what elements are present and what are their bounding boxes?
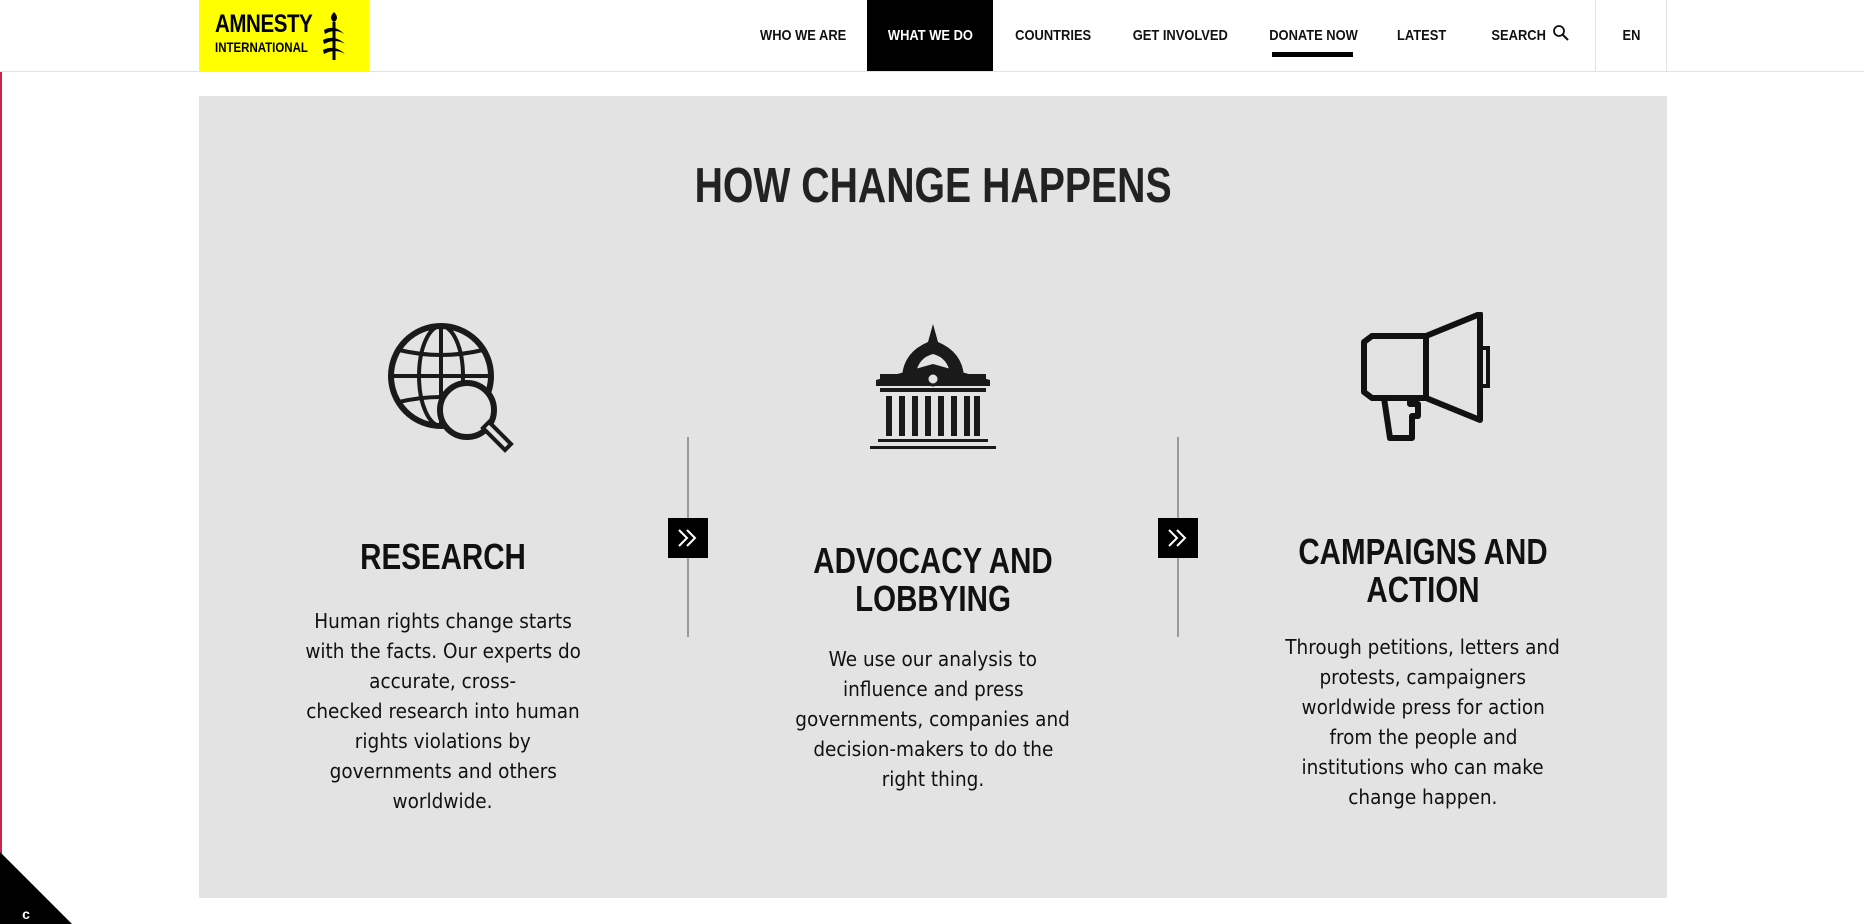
language-label: EN — [1622, 27, 1640, 44]
advocacy-body-line: right thing. — [881, 767, 985, 791]
nav-get-involved[interactable]: GET INVOLVED — [1124, 0, 1236, 71]
campaigns-heading-line: CAMPAIGNS AND — [1298, 531, 1548, 572]
research-heading-text: RESEARCH — [360, 536, 526, 577]
campaigns-body-line: worldwide press for action — [1301, 695, 1545, 719]
campaigns-body-line: institutions who can make — [1301, 755, 1545, 779]
advocacy-body: We use our analysis to influence and pre… — [773, 644, 1093, 794]
research-body: Human rights change starts with the fact… — [283, 606, 603, 816]
advocacy-body-line: decision-makers to do the — [813, 737, 1053, 761]
amnesty-logo[interactable]: AMNESTY INTERNATIONAL — [199, 0, 369, 71]
search-icon[interactable] — [1552, 24, 1570, 42]
cookie-settings-icon[interactable]: c — [15, 904, 37, 924]
site-header: AMNESTY INTERNATIONAL WHO WE ARE WHAT WE… — [0, 0, 1864, 72]
research-body-line: governments and others — [329, 759, 557, 783]
research-body-line: accurate, cross- — [369, 669, 517, 693]
double-chevron-right-icon — [1168, 529, 1187, 547]
nav-countries[interactable]: COUNTRIES — [1003, 0, 1103, 71]
advocacy-body-line: influence and press — [842, 677, 1024, 701]
advocacy-heading-line: LOBBYING — [855, 578, 1011, 619]
research-heading: RESEARCH — [283, 538, 603, 576]
page-left-edge — [0, 0, 2, 924]
nav-label: GET INVOLVED — [1132, 27, 1228, 44]
language-selector[interactable]: EN — [1596, 0, 1666, 71]
nav-divider — [1666, 0, 1667, 71]
nav-label: COUNTRIES — [1015, 27, 1091, 44]
research-body-line: with the facts. Our experts do — [305, 639, 581, 663]
campaigns-heading: CAMPAIGNS AND ACTION — [1263, 533, 1583, 609]
next-step-arrow[interactable] — [668, 518, 708, 558]
research-body-line: rights violations by — [354, 729, 532, 753]
campaigns-body-line: change happen. — [1348, 785, 1498, 809]
nav-label: DONATE NOW — [1269, 27, 1358, 44]
double-chevron-right-icon — [678, 529, 697, 547]
government-building-icon — [870, 324, 996, 449]
nav-label: SEARCH — [1491, 27, 1547, 44]
advocacy-body-line: governments, companies and — [795, 707, 1071, 731]
next-step-arrow[interactable] — [1158, 518, 1198, 558]
nav-label: WHO WE ARE — [759, 27, 847, 44]
how-change-happens-panel: HOW CHANGE HAPPENS RESEARCH Human rights… — [199, 96, 1667, 898]
advocacy-body-line: We use our analysis to — [828, 647, 1038, 671]
nav-who-we-are[interactable]: WHO WE ARE — [740, 0, 866, 71]
nav-latest[interactable]: LATEST — [1390, 0, 1454, 71]
campaigns-body-line: protests, campaigners — [1319, 665, 1527, 689]
research-body-line: checked research into human — [306, 699, 580, 723]
section-title: HOW CHANGE HAPPENS — [199, 158, 1667, 214]
logo-line2: INTERNATIONAL — [215, 39, 308, 55]
advocacy-heading: ADVOCACY AND LOBBYING — [773, 542, 1093, 618]
advocacy-heading-line: ADVOCACY AND — [813, 540, 1053, 581]
donate-underline — [1272, 52, 1353, 57]
campaigns-heading-line: ACTION — [1366, 569, 1480, 610]
megaphone-icon — [1361, 312, 1490, 441]
logo-line1: AMNESTY — [215, 10, 313, 38]
research-body-line: Human rights change starts — [314, 609, 572, 633]
logo-text: AMNESTY INTERNATIONAL — [215, 10, 334, 55]
section-title-text: HOW CHANGE HAPPENS — [694, 159, 1172, 213]
research-body-line: worldwide. — [393, 789, 493, 813]
globe-search-icon — [388, 323, 514, 453]
nav-label: WHAT WE DO — [887, 27, 973, 44]
campaigns-body-line: Through petitions, letters and — [1285, 635, 1561, 659]
campaigns-body-line: from the people and — [1328, 725, 1518, 749]
campaigns-body: Through petitions, letters and protests,… — [1263, 632, 1583, 812]
nav-label: LATEST — [1397, 27, 1447, 44]
candle-icon — [323, 12, 345, 60]
nav-search[interactable]: SEARCH — [1484, 0, 1554, 71]
nav-donate-now[interactable]: DONATE NOW — [1262, 0, 1362, 71]
nav-what-we-do[interactable]: WHAT WE DO — [867, 0, 993, 71]
